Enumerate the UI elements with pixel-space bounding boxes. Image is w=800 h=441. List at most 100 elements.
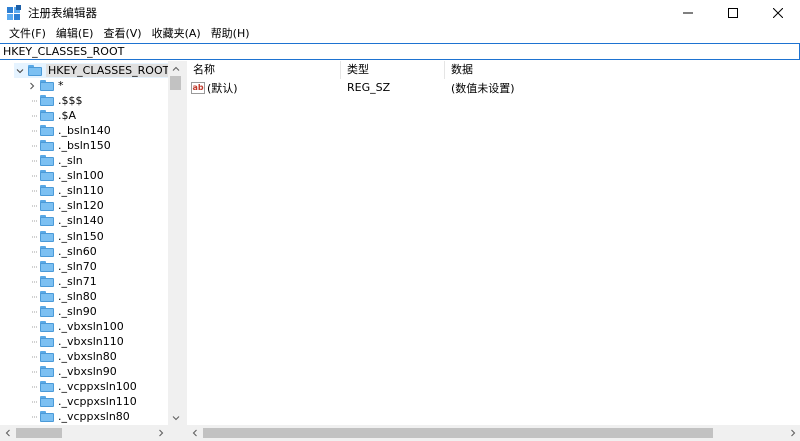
scroll-up-arrow-icon[interactable]	[168, 61, 183, 76]
tree-item[interactable]: *	[26, 78, 64, 93]
tree-item[interactable]: .$$$	[26, 93, 83, 108]
scroll-left-arrow-icon[interactable]	[0, 425, 15, 440]
tree-connector	[26, 200, 38, 212]
tree-connector	[26, 351, 38, 363]
tree-connector	[26, 306, 38, 318]
tree-item[interactable]: ._sln	[26, 153, 83, 168]
tree-item[interactable]: ._vcppxsln100	[26, 379, 137, 394]
tree-vertical-scrollbar[interactable]	[168, 61, 183, 425]
scroll-right-arrow-icon[interactable]	[153, 425, 168, 440]
tree-item-label: ._vcppxsln100	[58, 380, 137, 393]
tree-item-label: ._sln70	[58, 260, 97, 273]
tree-item-label: ._sln140	[58, 214, 104, 227]
tree-item[interactable]: ._vbxsln80	[26, 349, 117, 364]
menu-view[interactable]: 查看(V)	[98, 25, 146, 43]
key-tree: HKEY_CLASSES_ROOT * .$$$ .$A ._bsln140 ._bsl…	[0, 61, 168, 425]
maximize-button[interactable]	[710, 0, 755, 25]
tree-item[interactable]: ._sln150	[26, 229, 104, 244]
menu-bar: 文件(F) 编辑(E) 查看(V) 收藏夹(A) 帮助(H)	[0, 25, 800, 43]
tree-connector	[26, 110, 38, 122]
menu-file[interactable]: 文件(F)	[4, 25, 51, 43]
address-bar[interactable]: HKEY_CLASSES_ROOT	[0, 43, 800, 60]
list-item[interactable]: ab (默认) REG_SZ (数值未设置)	[187, 79, 800, 96]
column-header-data[interactable]: 数据	[445, 61, 800, 79]
tree-item[interactable]: ._vbxsln110	[26, 334, 124, 349]
title-bar: 注册表编辑器	[0, 0, 800, 25]
menu-favorites[interactable]: 收藏夹(A)	[147, 25, 206, 43]
tree-item[interactable]: ._sln71	[26, 274, 97, 289]
tree-item[interactable]: ._vbxsln90	[26, 364, 117, 379]
chevron-down-icon[interactable]	[14, 65, 26, 77]
tree-root-label: HKEY_CLASSES_ROOT	[46, 64, 168, 77]
tree-item-label: *	[58, 79, 64, 92]
folder-icon	[40, 276, 54, 287]
tree-item-label: ._sln110	[58, 184, 104, 197]
tree-item-label: .$A	[58, 109, 77, 122]
column-header-name[interactable]: 名称	[187, 61, 341, 79]
tree-connector	[26, 381, 38, 393]
tree-root[interactable]: HKEY_CLASSES_ROOT	[14, 63, 168, 78]
tree-item[interactable]: .$A	[26, 108, 76, 123]
tree-item[interactable]: ._sln70	[26, 259, 97, 274]
tree-item[interactable]: ._vcppxsln80	[26, 409, 130, 424]
tree-connector	[26, 321, 38, 333]
value-list-pane: 名称 类型 数据 ab (默认) REG_SZ (数值未设置)	[187, 61, 800, 441]
tree-item-label: .$$$	[58, 94, 83, 107]
chevron-right-icon[interactable]	[26, 80, 38, 92]
scrollbar-corner	[168, 425, 183, 441]
tree-vertical-scroll-thumb[interactable]	[170, 76, 181, 90]
minimize-icon	[682, 12, 693, 13]
scroll-right-arrow-icon[interactable]	[785, 425, 800, 440]
value-type: REG_SZ	[347, 81, 391, 94]
list-horizontal-scrollbar[interactable]	[187, 425, 800, 441]
folder-icon	[40, 246, 54, 257]
scroll-left-arrow-icon[interactable]	[187, 425, 202, 440]
value-data: (数值未设置)	[451, 81, 515, 95]
tree-connector	[26, 95, 38, 107]
tree-connector	[26, 396, 38, 408]
menu-edit[interactable]: 编辑(E)	[51, 25, 99, 43]
tree-item-label: ._sln71	[58, 275, 97, 288]
folder-icon	[40, 80, 54, 91]
column-header-type[interactable]: 类型	[341, 61, 445, 79]
tree-item-label: ._bsln150	[58, 139, 111, 152]
folder-icon	[40, 170, 54, 181]
maximize-icon	[727, 7, 738, 18]
tree-item[interactable]: ._sln140	[26, 213, 104, 228]
menu-help[interactable]: 帮助(H)	[206, 25, 255, 43]
minimize-button[interactable]	[665, 0, 710, 25]
tree-item[interactable]: ._vcppxsln110	[26, 394, 137, 409]
tree-item[interactable]: ._bsln140	[26, 123, 111, 138]
tree-horizontal-scroll-thumb[interactable]	[16, 428, 62, 438]
registry-editor-icon	[6, 4, 22, 21]
folder-icon	[28, 65, 42, 76]
value-name-cell: ab (默认)	[187, 80, 341, 96]
tree-item[interactable]: ._sln90	[26, 304, 97, 319]
tree-item-label: ._vbxsln100	[58, 320, 124, 333]
tree-connector	[26, 366, 38, 378]
tree-horizontal-scrollbar[interactable]	[0, 425, 168, 441]
tree-item[interactable]: ._sln100	[26, 168, 104, 183]
folder-icon	[40, 125, 54, 136]
list-horizontal-scroll-thumb[interactable]	[203, 428, 713, 438]
folder-icon	[40, 110, 54, 121]
tree-item[interactable]: ._sln120	[26, 198, 104, 213]
folder-icon	[40, 366, 54, 377]
folder-icon	[40, 336, 54, 347]
tree-connector	[26, 140, 38, 152]
folder-icon	[40, 351, 54, 362]
tree-connector	[26, 185, 38, 197]
folder-icon	[40, 291, 54, 302]
tree-item[interactable]: ._sln60	[26, 244, 97, 259]
tree-item[interactable]: ._sln110	[26, 183, 104, 198]
close-button[interactable]	[755, 0, 800, 25]
tree-connector	[26, 291, 38, 303]
scroll-down-arrow-icon[interactable]	[168, 410, 183, 425]
tree-item[interactable]: ._bsln150	[26, 138, 111, 153]
folder-icon	[40, 140, 54, 151]
tree-item[interactable]: ._sln80	[26, 289, 97, 304]
tree-connector	[26, 125, 38, 137]
tree-connector	[26, 336, 38, 348]
tree-item[interactable]: ._vbxsln100	[26, 319, 124, 334]
tree-item-label: ._vbxsln90	[58, 365, 117, 378]
